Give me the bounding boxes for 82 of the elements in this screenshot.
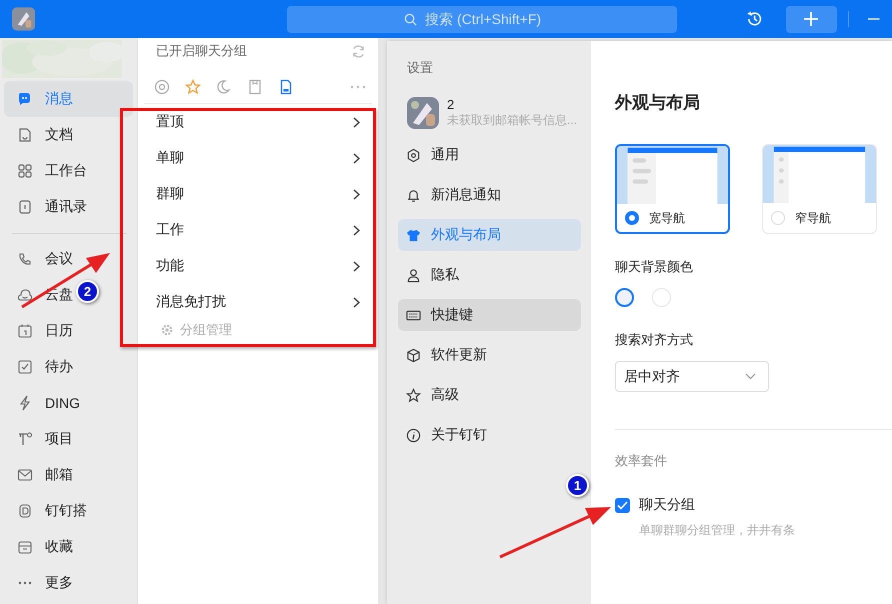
- sidebar-item[interactable]: 项目: [4, 421, 77, 457]
- mail-icon: [17, 467, 33, 483]
- calendar-icon: [17, 323, 33, 339]
- checkbox-label: 聊天分组: [639, 496, 695, 514]
- sidebar-item[interactable]: 邮箱: [4, 457, 77, 493]
- settings-title: 设置: [406, 59, 434, 77]
- field-label: 聊天背景颜色: [615, 258, 693, 276]
- add-button[interactable]: [786, 6, 837, 32]
- hexagon-icon: [406, 148, 421, 162]
- more-icon: [17, 581, 33, 585]
- document-icon: [17, 127, 33, 143]
- chevron-right-icon: [353, 260, 360, 272]
- group-menu-item[interactable]: 工作: [138, 212, 378, 248]
- chevron-right-icon: [353, 152, 360, 164]
- radio-button[interactable]: [625, 211, 639, 225]
- profile-name: 2: [447, 97, 456, 112]
- folder-icon: [17, 539, 33, 555]
- contacts-icon: [17, 199, 33, 215]
- group-menu-item[interactable]: 置顶: [138, 104, 378, 140]
- sidebar-item[interactable]: 文档: [4, 117, 77, 153]
- group-menu-item[interactable]: 群聊: [138, 176, 378, 212]
- checkbox-icon: [17, 359, 33, 375]
- info-icon: [406, 428, 421, 442]
- chevron-down-icon: [745, 373, 756, 380]
- profile-email-status: 未获取到邮箱帐号信息...: [447, 112, 578, 129]
- settings-nav-item[interactable]: 隐私: [398, 259, 581, 291]
- option-label: 窄导航: [795, 210, 831, 226]
- document-icon[interactable]: [278, 79, 294, 95]
- search-icon: [404, 12, 418, 26]
- keyboard-icon: [406, 308, 421, 322]
- sidebar-item[interactable]: 通讯录: [4, 189, 91, 225]
- option-description: 单聊群聊分组管理，井井有条: [639, 522, 795, 539]
- layout-option-card[interactable]: 宽导航: [615, 144, 730, 234]
- group-menu-item[interactable]: 功能: [138, 248, 378, 284]
- layout-option-card[interactable]: 窄导航: [762, 144, 877, 234]
- app-avatar-icon[interactable]: [12, 7, 36, 31]
- settings-nav-item[interactable]: 关于钉钉: [398, 419, 581, 451]
- plus-icon: [803, 11, 820, 27]
- gear-icon: [161, 324, 173, 336]
- star-icon: [406, 388, 421, 402]
- sidebar-item[interactable]: 更多: [4, 565, 77, 601]
- chevron-right-icon: [353, 296, 360, 308]
- alignment-dropdown[interactable]: 居中对齐: [615, 361, 769, 392]
- section-title: 效率套件: [615, 452, 667, 470]
- sidebar-item[interactable]: 钉钉搭: [4, 493, 91, 529]
- chevron-right-icon: [353, 116, 360, 128]
- shirt-icon: [406, 228, 421, 242]
- bell-icon: [406, 188, 421, 202]
- sidebar-item[interactable]: 待办: [4, 349, 77, 385]
- sidebar-item[interactable]: 会议: [4, 241, 77, 277]
- sidebar-item[interactable]: DING: [4, 385, 84, 421]
- search-field[interactable]: 搜索 (Ctrl+Shift+F): [287, 6, 678, 32]
- sidebar-item[interactable]: 收藏: [4, 529, 77, 565]
- bookmark-icon[interactable]: [247, 79, 263, 95]
- phone-icon: [17, 251, 33, 267]
- sidebar-item[interactable]: 日历: [4, 313, 77, 349]
- star-icon[interactable]: [185, 79, 201, 95]
- option-label: 宽导航: [649, 210, 685, 226]
- project-icon: [17, 431, 33, 447]
- chat-icon: [17, 91, 33, 107]
- checkbox[interactable]: [615, 498, 630, 512]
- group-menu-item[interactable]: 单聊: [138, 140, 378, 176]
- sidebar-item[interactable]: 工作台: [4, 153, 91, 189]
- refresh-icon[interactable]: [351, 44, 366, 58]
- settings-nav-item[interactable]: 高级: [398, 379, 581, 411]
- panel-title: 已开启聊天分组: [156, 42, 247, 60]
- chevron-right-icon: [353, 224, 360, 236]
- more-icon[interactable]: [350, 85, 366, 89]
- field-label: 搜索对齐方式: [615, 331, 693, 349]
- settings-nav-item[interactable]: 软件更新: [398, 339, 581, 371]
- cloud-icon: [17, 287, 33, 303]
- settings-nav-item[interactable]: 新消息通知: [398, 179, 581, 211]
- chevron-right-icon: [353, 188, 360, 200]
- cube-icon: [406, 348, 421, 362]
- section-heading: 外观与布局: [615, 92, 700, 114]
- color-swatch[interactable]: [615, 288, 634, 307]
- lightning-icon: [17, 395, 33, 411]
- settings-nav-item[interactable]: 通用: [398, 139, 581, 171]
- grid-icon: [17, 163, 33, 179]
- settings-nav-item[interactable]: 快捷键: [398, 299, 581, 331]
- app-builder-icon: [17, 503, 33, 519]
- person-icon: [406, 268, 421, 282]
